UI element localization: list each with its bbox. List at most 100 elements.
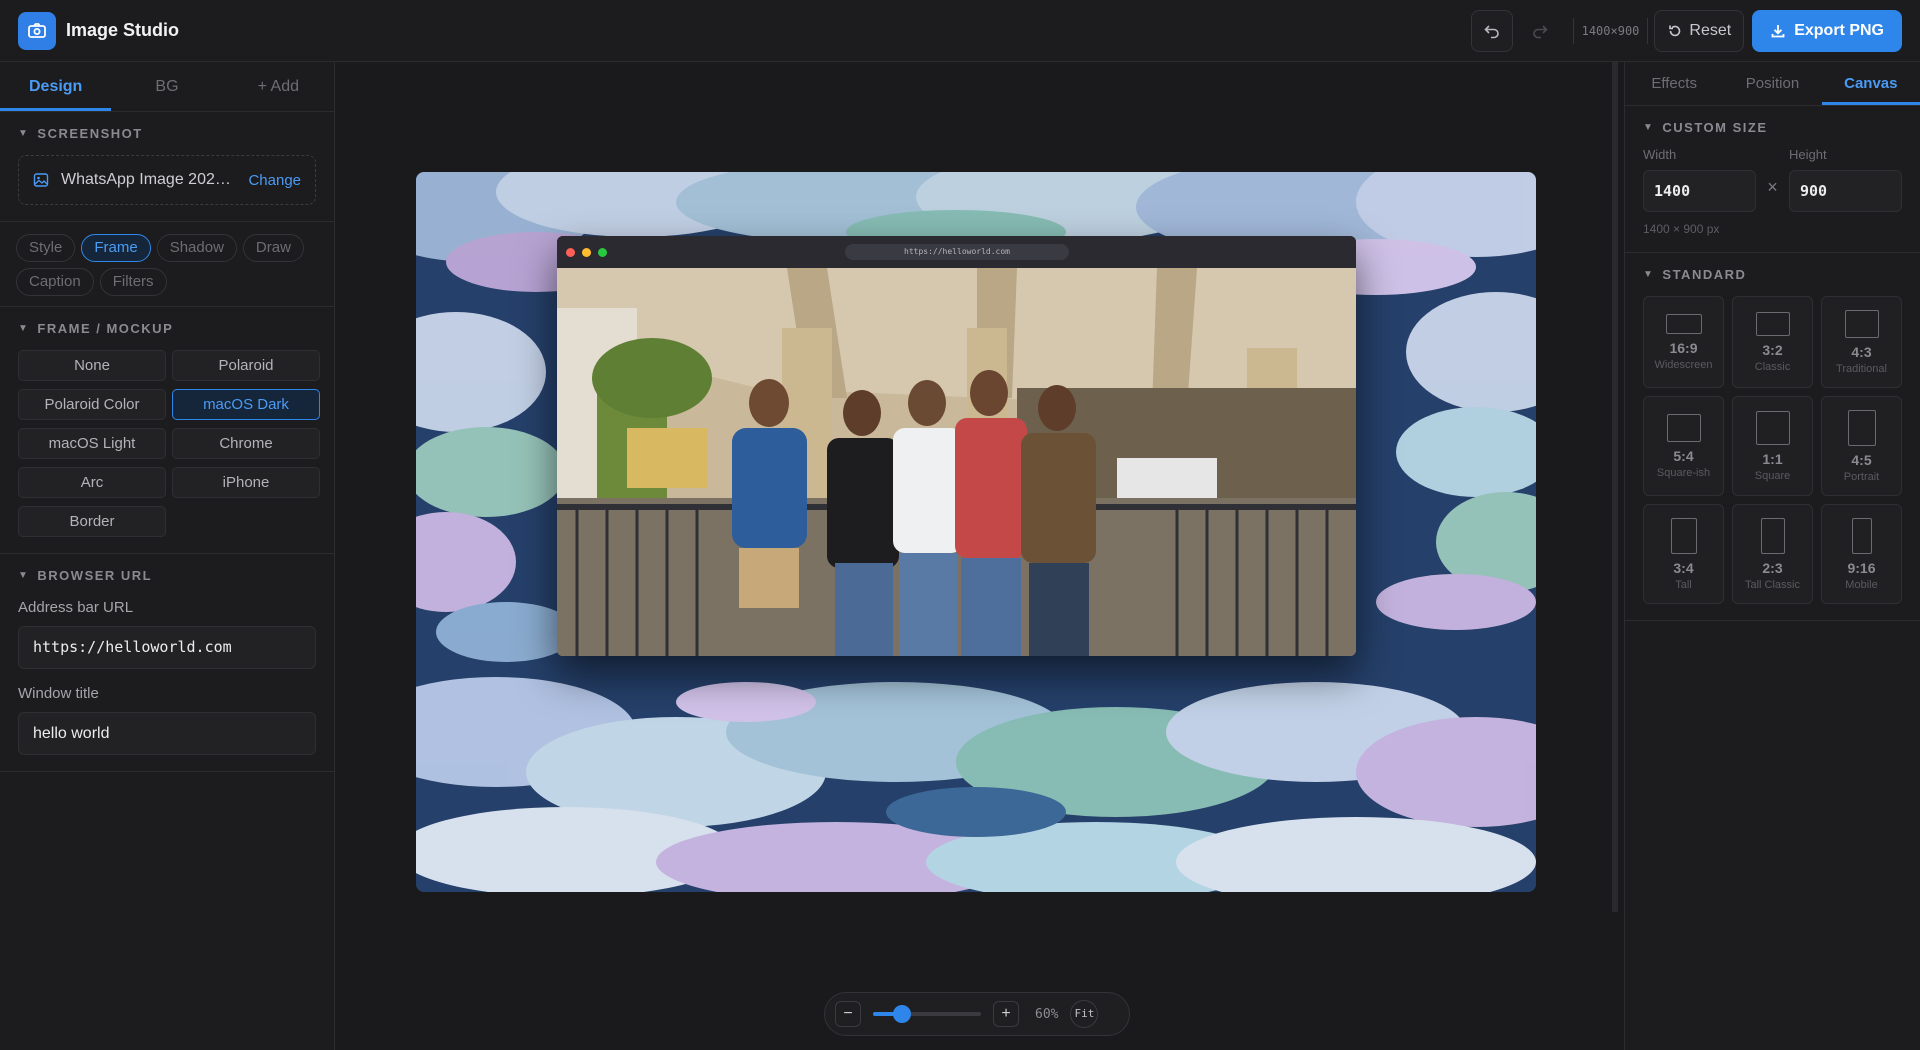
canvas-scrollbar[interactable] [1612,62,1618,912]
tab-effects[interactable]: Effects [1625,62,1723,105]
redo-button[interactable] [1519,10,1561,52]
frame-option-arc[interactable]: Arc [18,467,166,498]
left-tabs: Design BG + Add [0,62,334,112]
frame-option-polaroid[interactable]: Polaroid [172,350,320,381]
ratio-name: Traditional [1836,362,1887,375]
browser-url-section: ▼ BROWSER URL Address bar URL https://hel… [0,554,334,772]
height-label: Height [1789,147,1827,162]
preview-url-bar: https://helloworld.com [845,244,1069,260]
frame-option-none[interactable]: None [18,350,166,381]
screenshot-file-box[interactable]: WhatsApp Image 202… Change [18,155,316,205]
zoom-slider-thumb[interactable] [893,1005,912,1023]
ratio-shape-icon [1670,517,1697,554]
ratio-shape-icon [1665,313,1702,334]
ratio-value: 4:5 [1851,451,1872,468]
custom-size-header[interactable]: ▼ CUSTOM SIZE [1643,120,1902,135]
minimize-dot-icon [582,248,591,257]
collapse-triangle-icon: ▼ [18,323,30,334]
window-title-bar: https://helloworld.com [557,236,1356,268]
chip-caption[interactable]: Caption [16,268,94,296]
frame-section-header[interactable]: ▼ FRAME / MOCKUP [18,321,316,336]
zoom-fit-button[interactable]: Fit [1070,1000,1099,1028]
reset-label: Reset [1689,22,1732,39]
brand: Image Studio [18,11,180,50]
right-panel: Effects Position Canvas ▼ CUSTOM SIZE Wid… [1624,62,1920,1050]
ratio-2-3[interactable]: 2:3 Tall Classic [1732,504,1813,604]
collapse-triangle-icon: ▼ [1643,122,1655,133]
ratio-shape-icon [1755,410,1790,445]
ratio-5-4[interactable]: 5:4 Square-ish [1643,396,1724,496]
zoom-level: 60% [1035,1006,1059,1022]
ratio-grid: 16:9 Widescreen 3:2 Classic 4:3 Traditional… [1643,296,1902,604]
section-title: FRAME / MOCKUP [37,321,174,336]
undo-button[interactable] [1470,10,1513,52]
url-input[interactable]: https://helloworld.com [18,626,316,669]
canvas-area: https://helloworld.com − + 60% Fit [336,62,1618,1050]
ratio-shape-icon [1847,409,1876,446]
ratio-4-5[interactable]: 4:5 Portrait [1821,396,1902,496]
frame-option-border[interactable]: Border [18,506,166,537]
frame-option-iphone[interactable]: iPhone [172,467,320,498]
standard-header[interactable]: ▼ STANDARD [1643,267,1902,282]
ratio-value: 1:1 [1762,450,1783,467]
ratio-3-4[interactable]: 3:4 Tall [1643,504,1724,604]
maximize-dot-icon [598,248,607,257]
ratio-4-3[interactable]: 4:3 Traditional [1821,296,1902,388]
tab-bg[interactable]: BG [111,62,222,111]
left-panel: Design BG + Add ▼ SCREENSHOT WhatsApp Ima… [0,62,335,1050]
size-summary: 1400 × 900 px [1643,222,1720,236]
ratio-value: 3:2 [1762,341,1783,358]
ratio-value: 2:3 [1762,559,1783,576]
tab-add[interactable]: + Add [223,62,334,111]
ratio-name: Tall [1675,578,1692,591]
frame-option-chrome[interactable]: Chrome [172,428,320,459]
reset-button[interactable]: Reset [1654,10,1745,52]
url-field-label: Address bar URL [18,599,134,616]
size-inputs: Width 1400 × Height 900 [1643,147,1902,212]
width-input[interactable]: 1400 [1643,170,1756,212]
times-icon: × [1767,177,1778,197]
ratio-shape-icon [1844,309,1879,338]
ratio-name: Portrait [1843,470,1880,483]
export-png-button[interactable]: Export PNG [1752,10,1902,52]
screenshot-section-header[interactable]: ▼ SCREENSHOT [18,126,316,141]
chip-filters[interactable]: Filters [99,268,167,296]
change-file-button[interactable]: Change [248,172,301,189]
collapse-triangle-icon: ▼ [1643,269,1655,280]
chip-frame[interactable]: Frame [81,234,151,262]
frame-option-macos-dark[interactable]: macOS Dark [172,389,320,420]
zoom-slider[interactable] [873,1005,981,1023]
window-title-input[interactable]: hello world [18,712,316,755]
redo-icon [1532,25,1548,39]
tab-design[interactable]: Design [0,62,112,111]
frame-option-polaroid-color[interactable]: Polaroid Color [18,389,166,420]
group-photo [557,268,1356,656]
zoom-out-button[interactable]: − [835,1001,861,1027]
app-title: Image Studio [66,20,180,40]
ratio-shape-icon [1760,517,1785,554]
custom-size-section: ▼ CUSTOM SIZE Width 1400 × Height 900 140… [1625,106,1920,253]
zoom-in-button[interactable]: + [993,1001,1019,1027]
collapse-triangle-icon: ▼ [18,128,30,139]
right-tabs: Effects Position Canvas [1625,62,1920,106]
ratio-16-9[interactable]: 16:9 Widescreen [1643,296,1724,388]
screenshot-section: ▼ SCREENSHOT WhatsApp Image 202… Change [0,112,334,222]
chip-style[interactable]: Style [16,234,76,262]
section-title: SCREENSHOT [37,126,143,141]
chip-shadow[interactable]: Shadow [156,234,237,262]
preview-canvas[interactable]: https://helloworld.com [416,172,1536,892]
top-bar: Image Studio 1400×900 Reset Export PNG [0,0,1920,62]
tab-canvas[interactable]: Canvas [1821,62,1920,105]
browser-url-header[interactable]: ▼ BROWSER URL [18,568,316,583]
tab-position[interactable]: Position [1723,62,1821,105]
height-input[interactable]: 900 [1789,170,1902,212]
chip-draw[interactable]: Draw [242,234,304,262]
ratio-1-1[interactable]: 1:1 Square [1732,396,1813,496]
close-dot-icon [566,248,575,257]
macos-dark-window-mockup: https://helloworld.com [557,236,1356,656]
ratio-9-16[interactable]: 9:16 Mobile [1821,504,1902,604]
frame-option-macos-light[interactable]: macOS Light [18,428,166,459]
canvas-size-readout: 1400×900 [1572,18,1649,44]
ratio-name: Square-ish [1656,466,1711,479]
ratio-3-2[interactable]: 3:2 Classic [1732,296,1813,388]
